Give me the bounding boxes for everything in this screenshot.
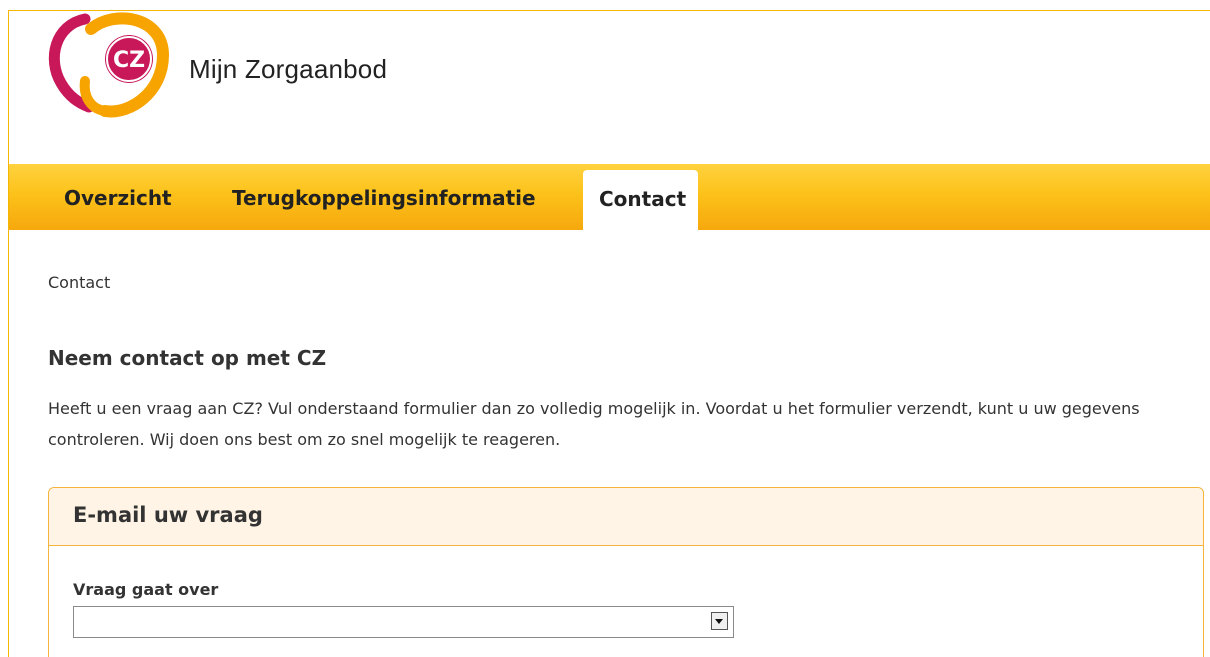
breadcrumb: Contact — [48, 273, 111, 292]
site-title: Mijn Zorgaanbod — [189, 54, 388, 84]
panel-title: E-mail uw vraag — [73, 503, 263, 527]
app-frame: CZ Mijn Zorgaanbod Overzicht Terugkoppel… — [8, 10, 1210, 657]
main-navigation: Overzicht Terugkoppelingsinformatie Cont… — [9, 164, 1210, 231]
panel-header: E-mail uw vraag — [49, 488, 1203, 546]
nav-item-contact[interactable]: Contact — [583, 170, 698, 231]
contact-form-panel: E-mail uw vraag Vraag gaat over — [48, 487, 1204, 657]
cz-logo[interactable]: CZ — [45, 11, 177, 121]
nav-item-terugkoppelingsinformatie[interactable]: Terugkoppelingsinformatie — [232, 186, 536, 210]
nav-item-overzicht[interactable]: Overzicht — [64, 186, 172, 210]
subject-select[interactable] — [73, 606, 734, 638]
cz-logo-text: CZ — [113, 48, 145, 73]
site-header: CZ Mijn Zorgaanbod — [9, 11, 1210, 164]
page: CZ Mijn Zorgaanbod Overzicht Terugkoppel… — [0, 0, 1210, 657]
page-title: Neem contact op met CZ — [48, 346, 327, 370]
subject-label: Vraag gaat over — [73, 580, 219, 599]
chevron-down-icon[interactable] — [711, 612, 728, 630]
nav-item-contact-label: Contact — [599, 187, 687, 211]
cz-logo-icon: CZ — [48, 12, 170, 118]
top-strip — [0, 0, 1210, 10]
intro-text: Heeft u een vraag aan CZ? Vul onderstaan… — [48, 399, 1140, 449]
